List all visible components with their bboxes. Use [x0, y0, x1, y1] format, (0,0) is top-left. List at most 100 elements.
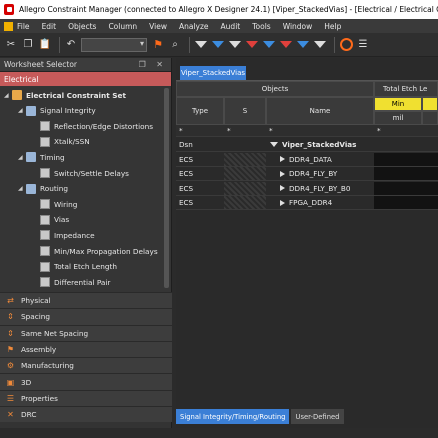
- copy-icon[interactable]: ❐: [21, 38, 35, 52]
- filter-fpga-icon[interactable]: [228, 38, 242, 52]
- cell-s[interactable]: [224, 138, 266, 152]
- workbook-3d[interactable]: ▣ 3D: [0, 373, 172, 390]
- menu-column[interactable]: Column: [108, 22, 137, 31]
- menu-view[interactable]: View: [149, 22, 167, 31]
- menu-file[interactable]: File: [17, 22, 30, 31]
- tree-item[interactable]: ◢ Signal Integrity: [18, 104, 96, 118]
- toolbar-combo[interactable]: [81, 37, 147, 52]
- constraint-grid: Objects Total Etch Le Type S Name Min mi…: [176, 80, 438, 234]
- cell-max[interactable]: [422, 167, 438, 181]
- filter-icon[interactable]: [194, 38, 208, 52]
- menu-window[interactable]: Window: [283, 22, 313, 31]
- expand-icon[interactable]: ◢: [18, 185, 26, 192]
- row-expand-icon[interactable]: [280, 156, 285, 162]
- filter-name[interactable]: *: [266, 125, 374, 137]
- workbook-electrical[interactable]: Electrical: [0, 72, 171, 86]
- refresh-icon[interactable]: [339, 38, 353, 52]
- cell-name[interactable]: DDR4_FLY_BY: [266, 167, 374, 181]
- cell-name[interactable]: FPGA_DDR4: [266, 196, 374, 210]
- cell-s[interactable]: [224, 181, 266, 196]
- workbook-properties[interactable]: ☰ Properties: [0, 389, 172, 407]
- workbook-manufacturing[interactable]: ⚙ Manufacturing: [0, 357, 172, 374]
- cell-type[interactable]: Dsn: [176, 138, 224, 152]
- workbook-spacing[interactable]: ⇕ Spacing: [0, 308, 172, 325]
- filter-blue-icon[interactable]: [211, 38, 225, 52]
- more-icon[interactable]: ☰: [356, 38, 370, 52]
- filter-type[interactable]: *: [176, 125, 224, 137]
- cell-max[interactable]: [422, 152, 438, 167]
- tree-scrollbar[interactable]: [164, 88, 169, 288]
- filter-blue-2-icon[interactable]: [262, 38, 276, 52]
- cell-s[interactable]: [224, 196, 266, 210]
- cut-icon[interactable]: ✂: [4, 38, 18, 52]
- menu-edit[interactable]: Edit: [42, 22, 57, 31]
- column-max-header[interactable]: [422, 97, 438, 111]
- tab-user-defined[interactable]: User-Defined: [291, 409, 344, 424]
- filter-blue-3-icon[interactable]: [296, 38, 310, 52]
- menu-objects[interactable]: Objects: [68, 22, 96, 31]
- find-icon[interactable]: ⌕: [168, 38, 182, 52]
- expand-icon[interactable]: ◢: [18, 154, 26, 161]
- cell-max[interactable]: [422, 196, 438, 210]
- cell-type[interactable]: ECS: [176, 167, 224, 181]
- worksheet-tree: ◢ Electrical Constraint Set ◢ Signal Integr…: [0, 86, 171, 296]
- expand-icon[interactable]: ◢: [18, 107, 26, 114]
- menu-tools[interactable]: Tools: [252, 22, 270, 31]
- tree-item[interactable]: Wiring: [32, 197, 77, 211]
- menu-audit[interactable]: Audit: [221, 22, 241, 31]
- tree-item[interactable]: ◢ Routing: [18, 182, 68, 196]
- menu-analyze[interactable]: Analyze: [179, 22, 209, 31]
- tree-item[interactable]: Vias: [32, 213, 69, 227]
- tree-item[interactable]: Switch/Settle Delays: [32, 166, 129, 180]
- workbook-physical[interactable]: ⇄ Physical: [0, 292, 172, 309]
- filter-s[interactable]: *: [224, 125, 266, 137]
- tab-signal-integrity[interactable]: Signal Integrity/Timing/Routing: [176, 409, 290, 424]
- menu-help[interactable]: Help: [324, 22, 341, 31]
- document-tab[interactable]: Viper_StackedVias: [180, 66, 246, 80]
- cell-min[interactable]: [374, 181, 422, 196]
- tree-item[interactable]: Min/Max Propagation Delays: [32, 244, 158, 258]
- column-s-header[interactable]: S: [224, 97, 266, 125]
- cell-min[interactable]: [374, 167, 422, 181]
- cell-type[interactable]: ECS: [176, 182, 224, 196]
- filter-red-icon[interactable]: [245, 38, 259, 52]
- cell-s[interactable]: [224, 152, 266, 167]
- cell-min[interactable]: [374, 138, 422, 152]
- filter-min[interactable]: *: [374, 125, 438, 137]
- workbook-assembly[interactable]: ⚑ Assembly: [0, 340, 172, 358]
- tree-item[interactable]: Reflection/Edge Distortions: [32, 119, 153, 133]
- cell-max[interactable]: [422, 138, 438, 152]
- row-expand-icon[interactable]: [280, 170, 285, 177]
- cell-name[interactable]: DDR4_FLY_BY_B0: [266, 182, 374, 196]
- cell-max[interactable]: [422, 181, 438, 196]
- cell-s[interactable]: [224, 167, 266, 181]
- app-menu-icon[interactable]: [4, 21, 13, 31]
- cell-type[interactable]: ECS: [176, 153, 224, 167]
- tree-item[interactable]: ◢ Electrical Constraint Set: [4, 88, 126, 102]
- column-min-header[interactable]: Min: [374, 97, 422, 111]
- workbook-same-net-spacing[interactable]: ⇕ Same Net Spacing: [0, 324, 172, 341]
- row-expand-icon[interactable]: [280, 185, 285, 191]
- tree-item[interactable]: Differential Pair: [32, 275, 110, 289]
- cell-type[interactable]: ECS: [176, 196, 224, 210]
- filter-red-2-icon[interactable]: [279, 38, 293, 52]
- tree-item[interactable]: ◢ Timing: [18, 150, 65, 164]
- flag-icon[interactable]: ⚑: [151, 38, 165, 52]
- tree-item[interactable]: Total Etch Length: [32, 260, 117, 274]
- cell-name[interactable]: Viper_StackedVias: [266, 138, 374, 152]
- workbook-drc[interactable]: ✕ DRC: [0, 406, 172, 423]
- row-expand-icon[interactable]: [270, 142, 278, 147]
- filter-4-icon[interactable]: [313, 38, 327, 52]
- column-type-header[interactable]: Type: [176, 97, 224, 125]
- tree-item[interactable]: Impedance: [32, 228, 95, 242]
- paste-icon[interactable]: 📋: [38, 38, 52, 52]
- cell-name[interactable]: DDR4_DATA: [266, 153, 374, 167]
- row-expand-icon[interactable]: [280, 199, 285, 206]
- panel-controls[interactable]: ❐ ✕: [139, 60, 167, 69]
- expand-icon[interactable]: ◢: [4, 92, 12, 99]
- column-name-header[interactable]: Name: [266, 97, 374, 125]
- undo-icon[interactable]: ↶: [64, 38, 78, 52]
- tree-item[interactable]: Xtalk/SSN: [32, 135, 90, 149]
- cell-min[interactable]: [374, 196, 422, 210]
- cell-min[interactable]: [374, 152, 422, 167]
